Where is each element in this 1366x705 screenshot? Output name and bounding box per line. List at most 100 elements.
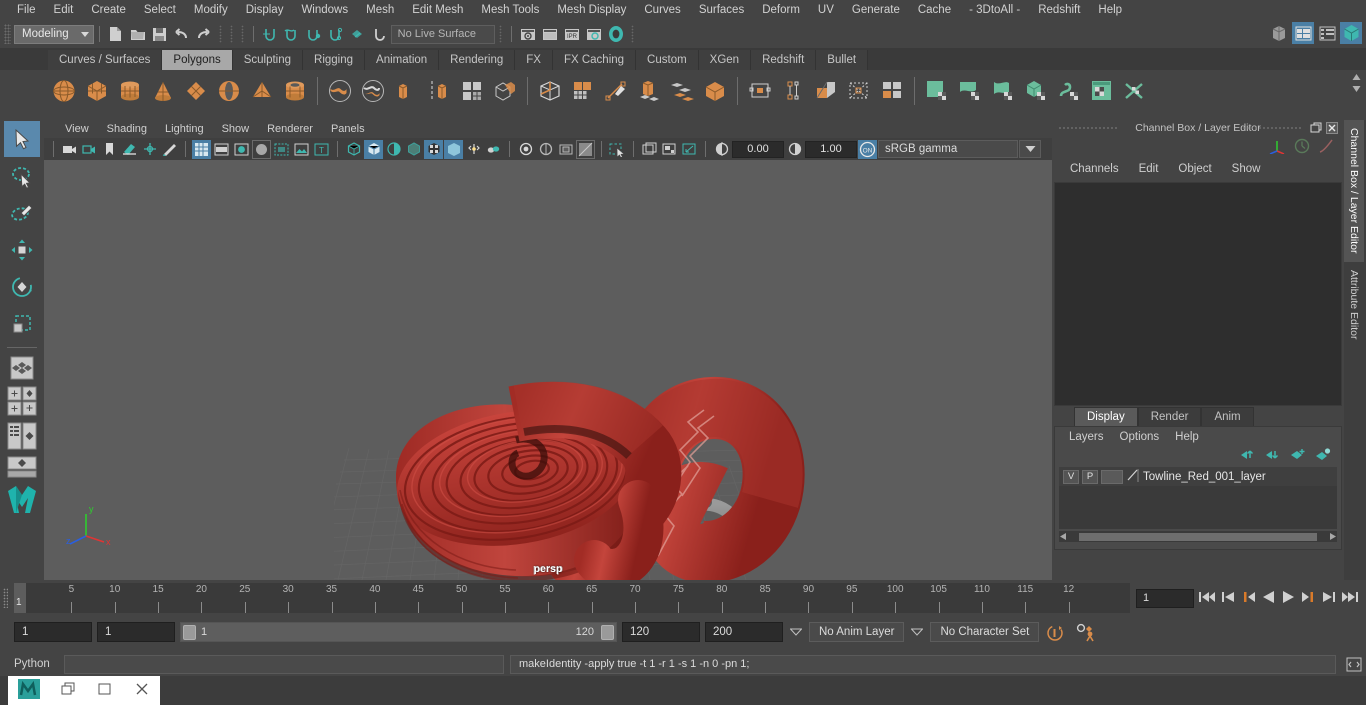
snap-to-point-icon[interactable]: [303, 23, 325, 45]
lasso-select-tool[interactable]: [4, 158, 40, 194]
layer-menu-help[interactable]: Help: [1167, 431, 1207, 443]
smooth-icon[interactable]: [456, 75, 488, 107]
menu-modify[interactable]: Modify: [185, 0, 237, 20]
play-backwards-icon[interactable]: [1260, 589, 1277, 608]
camera-attributes-icon[interactable]: [80, 140, 99, 159]
ipr-render-icon[interactable]: IPR: [561, 23, 583, 45]
menu-3dtoall[interactable]: - 3DtoAll -: [960, 0, 1029, 20]
select-objects-icon[interactable]: [608, 140, 627, 159]
menu-curves[interactable]: Curves: [635, 0, 689, 20]
select-camera-icon[interactable]: [60, 140, 79, 159]
curve-icon[interactable]: [1318, 138, 1334, 157]
uv-editor-icon[interactable]: [921, 75, 953, 107]
panel-grip-right[interactable]: [1242, 126, 1302, 130]
scale-tool[interactable]: [4, 306, 40, 342]
snap-to-view-plane-icon[interactable]: [347, 23, 369, 45]
time-slider-grip[interactable]: [3, 588, 8, 608]
panel-grip-left[interactable]: [1058, 126, 1118, 130]
menu-display[interactable]: Display: [237, 0, 293, 20]
gamma-icon[interactable]: [785, 140, 804, 159]
layer-list-horizontal-scrollbar[interactable]: [1059, 531, 1337, 542]
texture-mode-icon[interactable]: T: [312, 140, 331, 159]
uv-planar-icon[interactable]: [954, 75, 986, 107]
channel-menu-channels[interactable]: Channels: [1060, 163, 1129, 175]
vtab-attribute-editor[interactable]: Attribute Editor: [1344, 262, 1364, 347]
layer-row[interactable]: V P Towline_Red_001_layer: [1059, 467, 1337, 486]
taskbar-window-entry[interactable]: [8, 676, 160, 705]
hypershade-icon[interactable]: [1268, 22, 1290, 44]
bridge-icon[interactable]: [633, 75, 665, 107]
shelf-tab-fx-caching[interactable]: FX Caching: [552, 50, 637, 70]
smooth-shade-all-icon[interactable]: [212, 140, 231, 159]
outliner-persp-layout[interactable]: [4, 419, 40, 453]
move-layer-up-icon[interactable]: [1240, 448, 1256, 464]
isolate-select-icon[interactable]: [516, 140, 535, 159]
gamma-value[interactable]: 1.00: [805, 140, 857, 158]
create-layer-from-selection-icon[interactable]: [1315, 448, 1331, 464]
layer-tab-render[interactable]: Render: [1137, 407, 1202, 426]
single-pane-layout-icon[interactable]: [640, 140, 659, 159]
menu-redshift[interactable]: Redshift: [1029, 0, 1089, 20]
exposure-value[interactable]: 0.00: [732, 140, 784, 158]
viewport-menu-lighting[interactable]: Lighting: [156, 120, 213, 138]
character-set-dropdown-icon[interactable]: [909, 623, 925, 641]
tool-settings-panel-icon[interactable]: [1340, 22, 1362, 44]
target-weld-icon[interactable]: [699, 75, 731, 107]
go-to-start-icon[interactable]: [1197, 589, 1217, 608]
quad-draw-icon[interactable]: [534, 75, 566, 107]
shelf-tab-rendering[interactable]: Rendering: [439, 50, 516, 70]
shaded-mode-icon[interactable]: [252, 139, 271, 159]
paint-select-tool[interactable]: [4, 195, 40, 231]
channel-menu-show[interactable]: Show: [1222, 163, 1271, 175]
offset-edge-loop-icon[interactable]: [777, 75, 809, 107]
shelf-tab-curves-surfaces[interactable]: Curves / Surfaces: [48, 50, 163, 70]
smooth-shade-selected-icon[interactable]: [232, 140, 251, 159]
channel-box-panel-icon[interactable]: [1292, 22, 1314, 44]
multi-cut-icon[interactable]: [567, 75, 599, 107]
layer-tab-display[interactable]: Display: [1074, 407, 1138, 426]
menu-mesh[interactable]: Mesh: [357, 0, 403, 20]
scroll-left-icon[interactable]: [1059, 532, 1068, 541]
range-end-handle[interactable]: [601, 625, 614, 640]
layer-visibility-toggle[interactable]: V: [1063, 469, 1079, 484]
step-back-frame-icon[interactable]: [1240, 589, 1257, 608]
layer-list[interactable]: V P Towline_Red_001_layer: [1059, 467, 1337, 529]
transfer-attributes-icon[interactable]: [876, 75, 908, 107]
command-response-field[interactable]: makeIdentity -apply true -t 1 -r 1 -s 1 …: [510, 654, 1336, 674]
menu-windows[interactable]: Windows: [292, 0, 357, 20]
redo-icon[interactable]: [193, 23, 215, 45]
extrude-icon[interactable]: [489, 75, 521, 107]
render-current-frame-icon[interactable]: [517, 23, 539, 45]
vtab-channel-box-layer-editor[interactable]: Channel Box / Layer Editor: [1344, 120, 1364, 262]
transform-axes-icon[interactable]: [1268, 138, 1286, 157]
shelf-tab-polygons[interactable]: Polygons: [162, 50, 233, 70]
menu-select[interactable]: Select: [135, 0, 185, 20]
xray-joints-icon[interactable]: [364, 139, 383, 159]
command-language-label[interactable]: Python: [14, 658, 58, 670]
animation-end-time-field[interactable]: 200: [705, 622, 783, 642]
shelf-tab-sculpting[interactable]: Sculpting: [232, 50, 304, 70]
open-scene-icon[interactable]: [127, 23, 149, 45]
menu-mesh-tools[interactable]: Mesh Tools: [472, 0, 548, 20]
panel-undock-icon[interactable]: [1310, 122, 1322, 137]
playback-start-time-field[interactable]: 1: [97, 622, 175, 642]
mirror-icon[interactable]: [666, 75, 698, 107]
separate-icon[interactable]: [423, 75, 455, 107]
bevel-icon[interactable]: [600, 75, 632, 107]
viewport-menu-renderer[interactable]: Renderer: [258, 120, 322, 138]
resize-panel-icon[interactable]: [680, 140, 699, 159]
textured-mode-icon[interactable]: [272, 140, 291, 159]
four-view-layout[interactable]: [4, 384, 40, 418]
shadows-icon[interactable]: [404, 140, 423, 159]
step-forward-frame-icon[interactable]: [1300, 589, 1317, 608]
select-tool[interactable]: [4, 121, 40, 157]
playback-end-time-field[interactable]: 120: [622, 622, 700, 642]
image-plane-icon[interactable]: [120, 140, 139, 159]
poly-pyramid-icon[interactable]: [246, 75, 278, 107]
uv-cut-icon[interactable]: [1119, 75, 1151, 107]
shelf-scroll-arrows[interactable]: [1351, 73, 1362, 93]
live-surface-field[interactable]: No Live Surface: [390, 24, 495, 44]
range-slider[interactable]: 1 120: [180, 622, 617, 642]
scroll-right-icon[interactable]: [1328, 532, 1337, 541]
maximize-window-icon[interactable]: [97, 682, 113, 699]
